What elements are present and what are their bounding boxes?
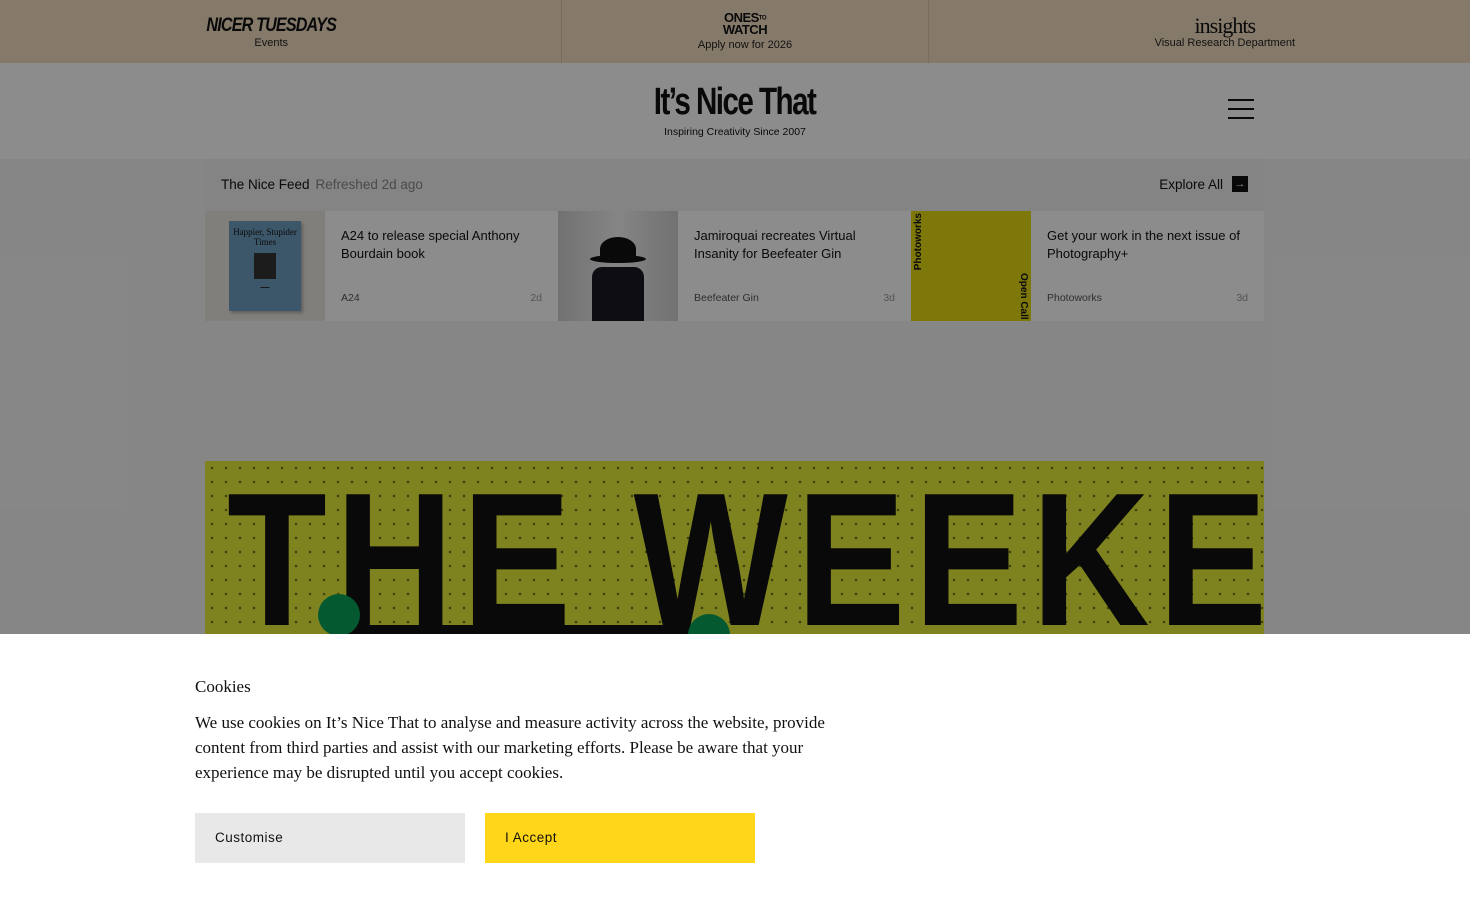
accept-cookies-button[interactable]: I Accept [485, 813, 755, 863]
customise-button[interactable]: Customise [195, 813, 465, 863]
cookie-title: Cookies [195, 677, 251, 696]
cookie-text: We use cookies on It’s Nice That to anal… [195, 713, 825, 782]
cookie-banner: Cookies We use cookies on It’s Nice That… [0, 634, 1470, 923]
